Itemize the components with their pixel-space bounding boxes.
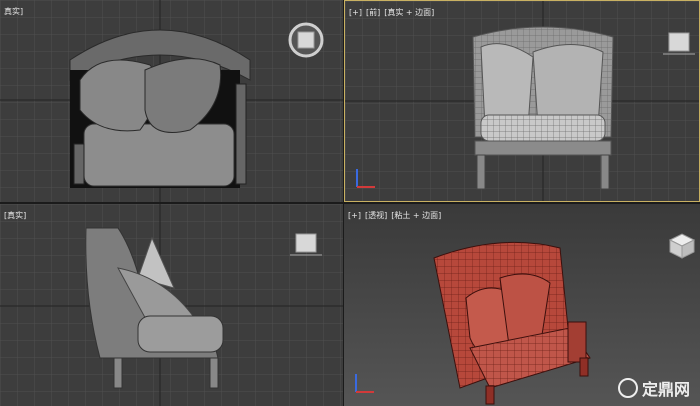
viewport-left[interactable]: [真实] [0, 204, 343, 406]
watermark: 定鼎网 [617, 376, 690, 400]
axis-gizmo-icon [355, 374, 374, 393]
viewport-label[interactable]: [+] [前] [真实 + 边面] [349, 7, 438, 18]
viewport-front[interactable]: [+] [前] [真实 + 边面] [344, 0, 700, 202]
chair-side-view [85, 227, 224, 389]
viewport-label[interactable]: [真实] [4, 210, 30, 221]
sofa-top-view [69, 29, 251, 188]
chair-front-view [472, 26, 614, 190]
watermark-logo-icon [617, 378, 638, 398]
viewport-perspective[interactable]: [+] [透视] [粘土 + 边面] 定鼎网 [344, 204, 700, 406]
axis-gizmo-icon [356, 169, 375, 188]
viewcube-icon[interactable] [663, 29, 695, 57]
watermark-text: 定鼎网 [641, 380, 690, 399]
viewport-label[interactable]: 真实] [4, 6, 27, 17]
viewport-top[interactable]: 真实] [0, 0, 343, 202]
viewcube-icon[interactable] [662, 228, 698, 260]
chair-perspective [433, 241, 591, 405]
viewcube-icon[interactable] [286, 20, 326, 60]
viewcube-icon[interactable] [290, 230, 322, 258]
viewport-label[interactable]: [+] [透视] [粘土 + 边面] [348, 210, 445, 221]
